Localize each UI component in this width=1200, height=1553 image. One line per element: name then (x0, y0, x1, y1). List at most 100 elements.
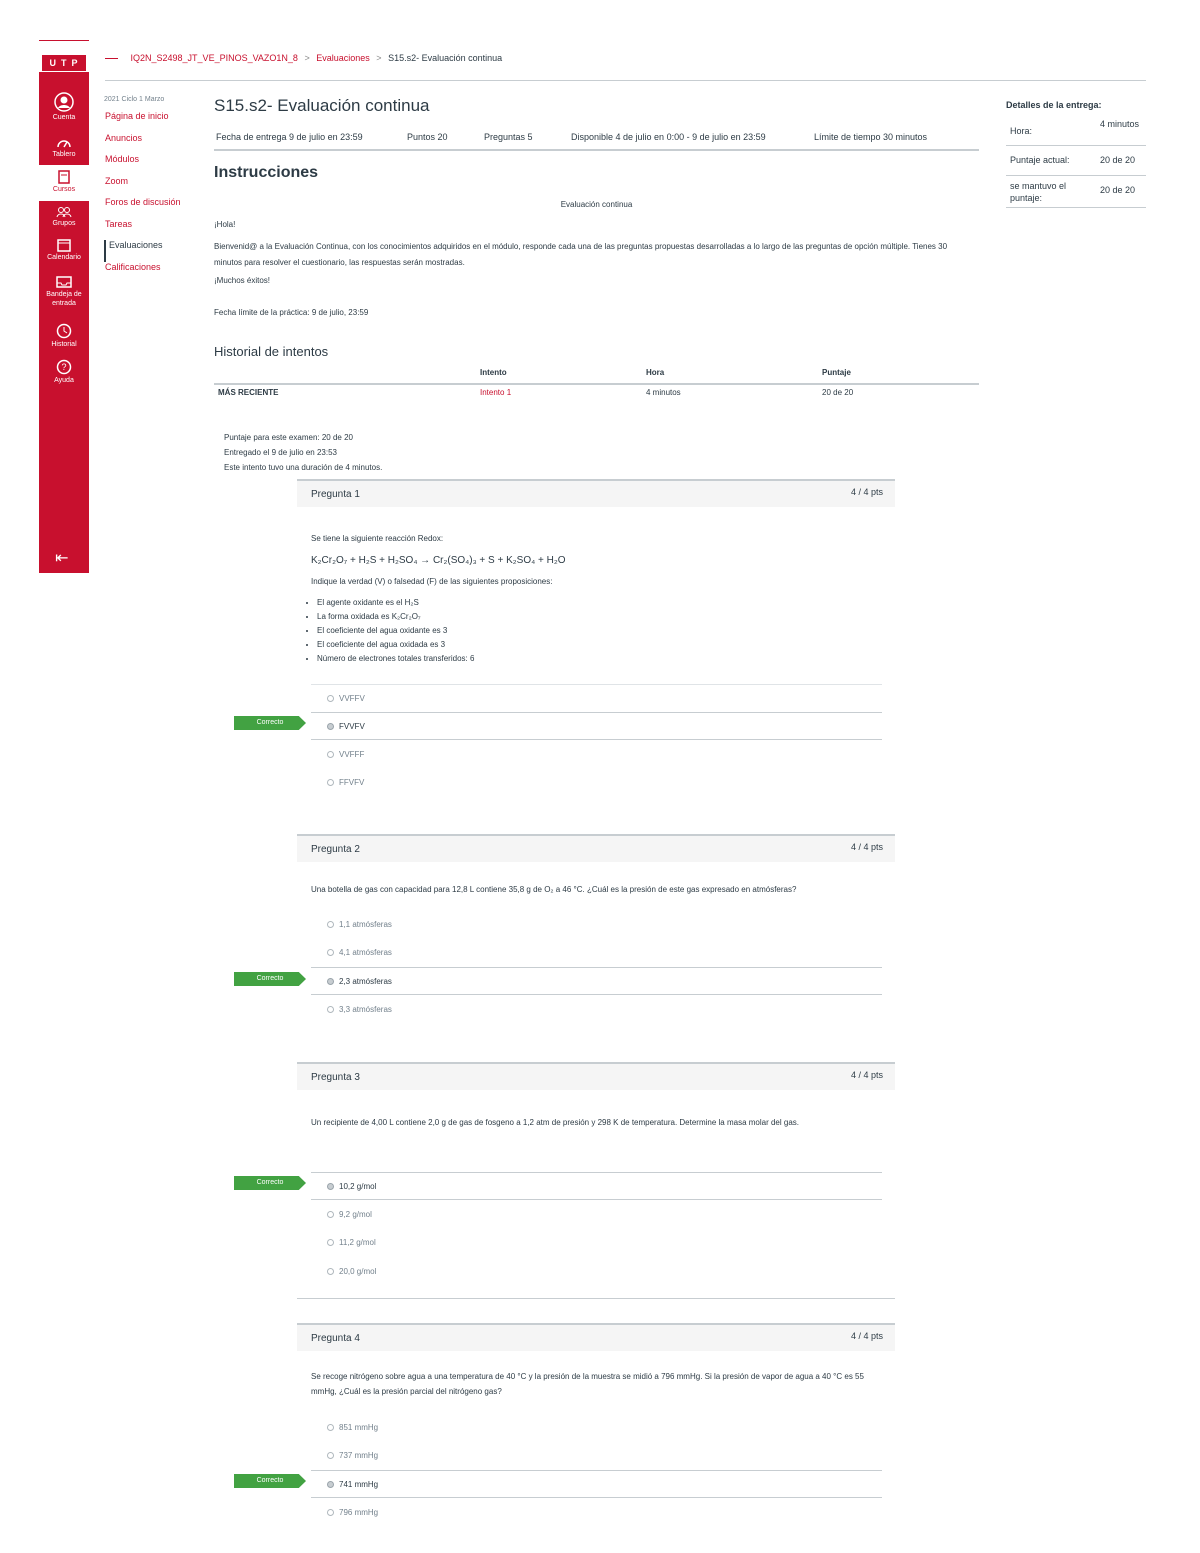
radio-button[interactable] (327, 1006, 334, 1013)
answer-option[interactable]: 20,0 g/mol (311, 1258, 882, 1286)
answer-label: FVVFV (339, 722, 365, 731)
gnav-courses[interactable]: Cursos (39, 165, 89, 201)
answer-label: 9,2 g/mol (339, 1210, 372, 1219)
answer-option-selected[interactable]: 741 mmHg (311, 1470, 882, 1498)
answer-label: 1,1 atmósferas (339, 920, 392, 929)
gnav-groups[interactable]: Grupos (39, 206, 89, 227)
gnav-label: Cursos (52, 186, 76, 193)
history-icon (56, 323, 72, 339)
list-item: El agente oxidante es el H₂S (317, 596, 474, 610)
course-nav-announcements[interactable]: Anuncios (104, 133, 194, 155)
gnav-dashboard[interactable]: Tablero (39, 137, 89, 158)
radio-button[interactable] (327, 921, 334, 928)
correct-badge: Correcto (234, 1176, 306, 1190)
instructions-heading: Instrucciones (214, 164, 319, 181)
answer-option[interactable]: 851 mmHg (311, 1414, 882, 1442)
gnav-account[interactable]: Cuenta (39, 92, 89, 121)
quiz-available: Disponible 4 de julio en 0:00 - 9 de jul… (571, 132, 766, 142)
question-prompt: Un recipiente de 4,00 L contiene 2,0 g d… (311, 1118, 799, 1127)
course-nav-modules[interactable]: Módulos (104, 154, 194, 176)
course-nav-quizzes[interactable]: Evaluaciones (104, 240, 194, 262)
list-item: Número de electrones totales transferido… (317, 652, 474, 666)
sidebar-value: 20 de 20 (1100, 185, 1136, 195)
list-item: El coeficiente del agua oxidada es 3 (317, 638, 474, 652)
question-title: Pregunta 1 (311, 489, 360, 500)
answer-option[interactable]: 3,3 atmósferas (311, 996, 882, 1024)
breadcrumb-course[interactable]: IQ2N_S2498_JT_VE_PINOS_VAZO1N_8 (131, 53, 298, 63)
hamburger-menu-icon[interactable] (105, 58, 118, 60)
gnav-history[interactable]: Historial (39, 323, 89, 348)
radio-button[interactable] (327, 1424, 334, 1431)
course-nav-assignments[interactable]: Tareas (104, 219, 194, 241)
radio-button[interactable] (327, 949, 334, 956)
question-header: Pregunta 3 4 / 4 pts (297, 1062, 895, 1090)
radio-button[interactable] (327, 723, 334, 730)
radio-button[interactable] (327, 1452, 334, 1459)
answer-option-selected[interactable]: 2,3 atmósferas (311, 967, 882, 995)
radio-button[interactable] (327, 1239, 334, 1246)
course-nav: 2021 Ciclo 1 Marzo Página de inicio Anun… (104, 96, 194, 283)
attempt-score: 20 de 20 (822, 388, 854, 397)
breadcrumb-separator: > (304, 53, 310, 63)
answer-option[interactable]: 737 mmHg (311, 1442, 882, 1470)
sidebar-row: se mantuvo el puntaje: 20 de 20 (1006, 176, 1146, 208)
gnav-label: Bandeja de entrada (46, 291, 82, 307)
gnav-inbox[interactable]: Bandeja de entrada (39, 276, 89, 308)
collapse-nav-icon[interactable]: ⇤ (55, 548, 68, 568)
answer-option[interactable]: FFVFV (311, 769, 882, 797)
sidebar-label: Hora: (1010, 126, 1033, 136)
breadcrumb-separator: > (376, 53, 382, 63)
gnav-label: Ayuda (54, 377, 74, 384)
answer-option[interactable]: 4,1 atmósferas (311, 939, 882, 967)
gnav-calendar[interactable]: Calendario (39, 238, 89, 261)
question-title: Pregunta 2 (311, 844, 360, 855)
correct-badge: Correcto (234, 1474, 306, 1488)
logo[interactable]: UTP (39, 40, 89, 72)
course-term: 2021 Ciclo 1 Marzo (104, 96, 165, 103)
answer-option-selected[interactable]: FVVFV (311, 712, 882, 740)
sidebar-label: se mantuvo el puntaje: (1010, 181, 1067, 203)
course-nav-discussions[interactable]: Foros de discusión (104, 197, 194, 219)
instructions-greeting: ¡Hola! (214, 220, 236, 229)
courses-icon (58, 170, 70, 184)
instructions-body: Bienvenid@ a la Evaluación Continua, con… (214, 242, 948, 267)
question-title: Pregunta 4 (311, 1333, 360, 1344)
answer-option[interactable]: 1,1 atmósferas (311, 911, 882, 939)
gnav-help[interactable]: ? Ayuda (39, 359, 89, 384)
radio-button[interactable] (327, 1268, 334, 1275)
radio-button[interactable] (327, 978, 334, 985)
radio-button[interactable] (327, 695, 334, 702)
breadcrumb: IQ2N_S2498_JT_VE_PINOS_VAZO1N_8 > Evalua… (105, 53, 502, 63)
radio-button[interactable] (327, 1183, 334, 1190)
attempt-link[interactable]: Intento 1 (480, 388, 511, 397)
list-item: El coeficiente del agua oxidante es 3 (317, 624, 474, 638)
radio-button[interactable] (327, 779, 334, 786)
radio-button[interactable] (327, 1211, 334, 1218)
correct-badge: Correcto (234, 716, 306, 730)
radio-button[interactable] (327, 1481, 334, 1488)
attempt-time: 4 minutos (646, 388, 681, 397)
answer-option-selected[interactable]: 10,2 g/mol (311, 1172, 882, 1200)
global-nav: UTP Cuenta Tablero Cursos Grupos Calenda… (39, 40, 89, 573)
course-nav-zoom[interactable]: Zoom (104, 176, 194, 198)
answer-option[interactable]: 11,2 g/mol (311, 1229, 882, 1257)
course-nav-grades[interactable]: Calificaciones (104, 262, 194, 284)
radio-button[interactable] (327, 1509, 334, 1516)
page-title: S15.s2- Evaluación continua (214, 96, 430, 115)
gnav-label: Calendario (47, 254, 81, 261)
course-nav-home[interactable]: Página de inicio (104, 111, 194, 133)
instructions-title: Evaluación continua (560, 200, 633, 209)
summary-submitted: Entregado el 9 de julio en 23:53 (224, 448, 337, 457)
sidebar-row: Puntaje actual: 20 de 20 (1006, 146, 1146, 176)
sidebar-value: 20 de 20 (1100, 155, 1136, 165)
radio-button[interactable] (327, 751, 334, 758)
main-content: S15.s2- Evaluación continua Fecha de ent… (214, 96, 979, 472)
answer-option[interactable]: 796 mmHg (311, 1499, 882, 1527)
breadcrumb-current: S15.s2- Evaluación continua (388, 53, 503, 63)
table-row-label: MÁS RECIENTE (218, 388, 279, 397)
answer-option[interactable]: 9,2 g/mol (311, 1201, 882, 1229)
breadcrumb-section[interactable]: Evaluaciones (316, 53, 370, 63)
answer-option[interactable]: VVFFV (311, 684, 882, 712)
answer-option[interactable]: VVFFF (311, 741, 882, 769)
svg-text:?: ? (61, 362, 66, 372)
